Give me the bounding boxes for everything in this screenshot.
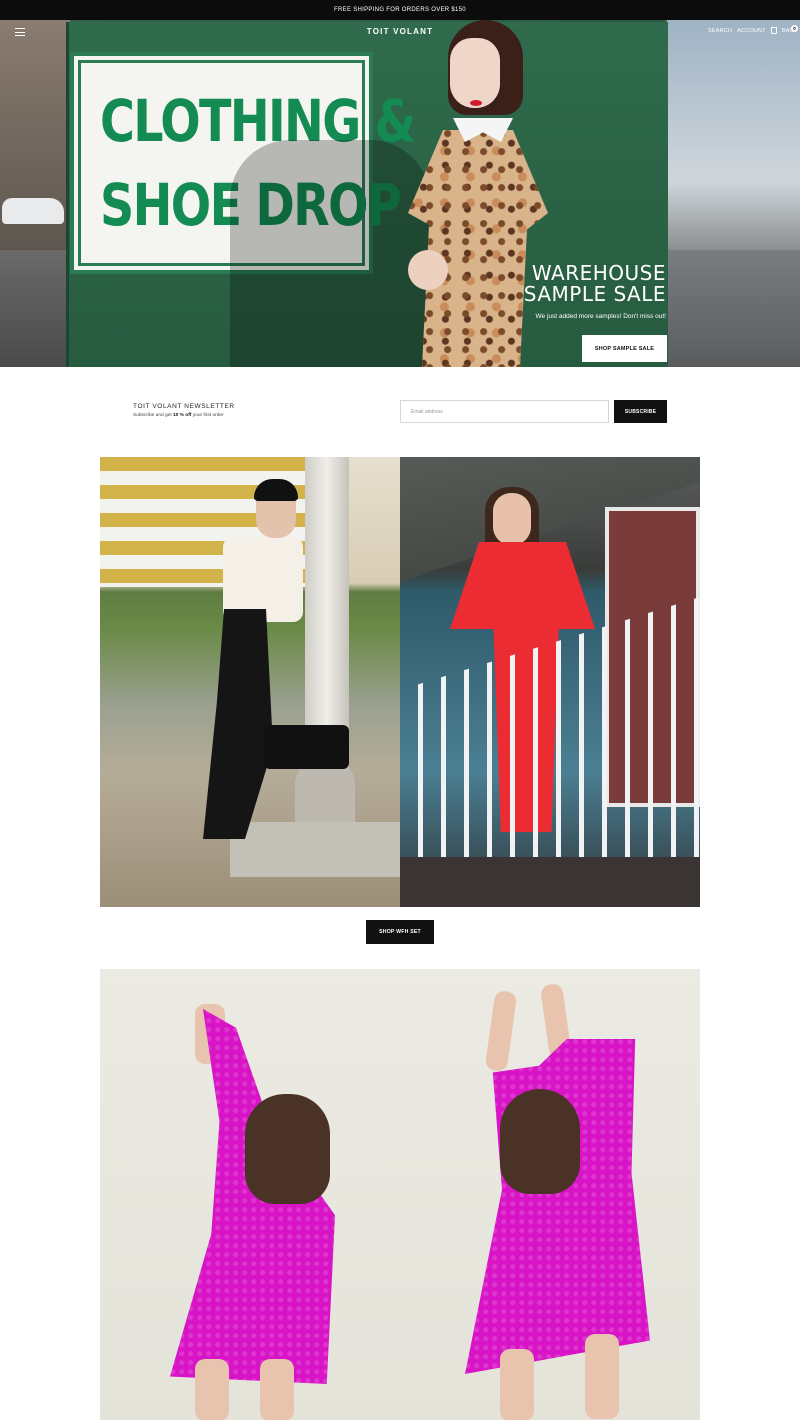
search-link[interactable]: SEARCH bbox=[708, 28, 732, 34]
model-beanie bbox=[254, 479, 298, 501]
model-hair bbox=[245, 1094, 330, 1204]
header-nav: SEARCH ACCOUNT BAG bbox=[708, 27, 794, 34]
account-link[interactable]: ACCOUNT bbox=[737, 28, 766, 34]
model-arm bbox=[484, 989, 518, 1073]
bag-count-badge: 0 bbox=[791, 25, 798, 32]
hero-background-street bbox=[0, 250, 70, 367]
hero-background-street-right bbox=[665, 250, 800, 367]
hero-background-car bbox=[2, 198, 64, 224]
hero-title-line-1: WAREHOUSE bbox=[531, 261, 666, 285]
hero-model bbox=[398, 20, 558, 367]
site-header: TOIT VOLANT SEARCH ACCOUNT BAG 0 bbox=[0, 20, 800, 44]
pink-dress-photo-right[interactable] bbox=[400, 969, 700, 1420]
hero-banner[interactable]: CLOTHING & SHOE DROP WAREHOUSE SAMPLE SA… bbox=[0, 20, 800, 367]
newsletter-subtitle: Subscribe and get 10 % off your first or… bbox=[133, 413, 224, 418]
model-hair bbox=[500, 1089, 580, 1194]
model-leg bbox=[195, 1359, 229, 1420]
newsletter-title: TOIT VOLANT NEWSLETTER bbox=[133, 403, 235, 410]
model-leg bbox=[585, 1334, 619, 1419]
photo-model-black bbox=[148, 479, 338, 889]
email-field[interactable] bbox=[400, 400, 609, 423]
hero-subtitle: We just added more samples! Don't miss o… bbox=[535, 313, 666, 320]
bag-icon[interactable] bbox=[770, 27, 777, 34]
model-arm bbox=[408, 250, 448, 290]
hero-title: WAREHOUSE SAMPLE SALE bbox=[524, 263, 666, 305]
wfh-photo-black-outfit[interactable] bbox=[100, 457, 400, 907]
model-leg bbox=[500, 1349, 534, 1420]
shop-wfh-set-button[interactable]: SHOP WFH SET bbox=[366, 920, 434, 944]
shop-sample-sale-button[interactable]: SHOP SAMPLE SALE bbox=[582, 335, 667, 362]
model-leg bbox=[260, 1359, 294, 1420]
hero-title-line-2: SAMPLE SALE bbox=[523, 282, 666, 306]
model-face bbox=[450, 38, 500, 108]
newsletter-sub-prefix: Subscribe and get bbox=[133, 413, 172, 418]
photo-balcony-floor bbox=[400, 857, 700, 907]
subscribe-button[interactable]: SUBSCRIBE bbox=[614, 400, 667, 423]
model-dress bbox=[408, 130, 548, 367]
announcement-bar: FREE SHIPPING FOR ORDERS OVER $150 bbox=[0, 0, 800, 20]
model-lips bbox=[470, 100, 482, 106]
announcement-text: FREE SHIPPING FOR ORDERS OVER $150 bbox=[334, 7, 466, 13]
pink-dress-photo-left[interactable] bbox=[100, 969, 400, 1420]
newsletter-discount: 10 % off bbox=[173, 413, 192, 418]
newsletter-sub-suffix: your first order bbox=[192, 413, 224, 418]
hero-background-sky bbox=[667, 20, 800, 250]
pink-dress bbox=[465, 1039, 650, 1374]
wfh-photo-red-outfit[interactable] bbox=[400, 457, 700, 907]
model-jumpsuit bbox=[203, 609, 273, 839]
model-head bbox=[493, 493, 531, 545]
site-logo[interactable]: TOIT VOLANT bbox=[0, 27, 800, 36]
photo-handbag bbox=[264, 725, 349, 769]
